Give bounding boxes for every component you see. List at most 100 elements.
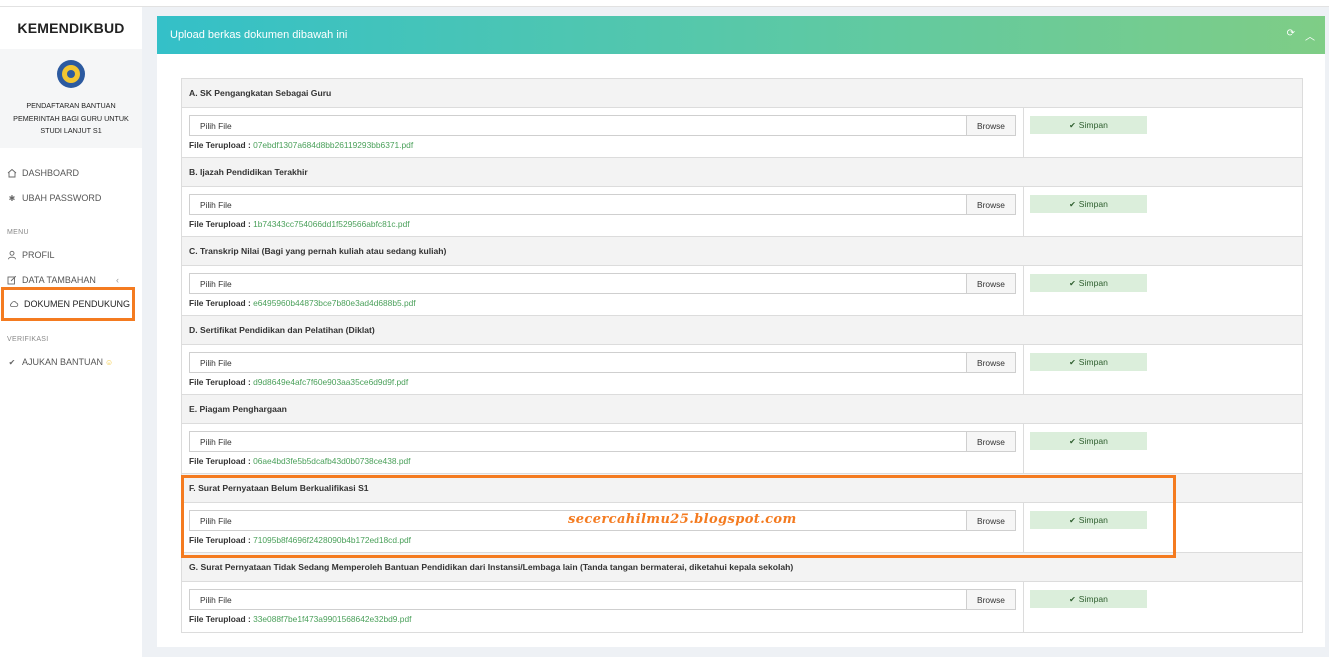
document-section-title: G. Surat Pernyataan Tidak Sedang Mempero… (182, 553, 1302, 582)
file-input[interactable]: Pilih File Browse (189, 273, 1016, 294)
check-icon: ✔ (8, 357, 16, 367)
column-divider (1023, 266, 1024, 315)
brand-box: PENDAFTARAN BANTUAN PEMERINTAH BAGI GURU… (0, 49, 142, 148)
sidebar-item-profil[interactable]: PROFIL (7, 247, 55, 263)
browse-button[interactable]: Browse (966, 116, 1015, 135)
file-input[interactable]: Pilih File Browse (189, 431, 1016, 452)
verifikasi-section-title: VERIFIKASI (7, 336, 49, 343)
tut-wuri-logo (57, 60, 85, 88)
browse-button[interactable]: Browse (966, 590, 1015, 609)
refresh-icon[interactable]: ⟳ (1287, 28, 1295, 43)
column-divider (1023, 503, 1024, 552)
uploaded-file-link[interactable]: d9d8649e4afc7f60e903aa35ce6d9d9f.pdf (253, 377, 408, 387)
file-input[interactable]: Pilih File Browse (189, 589, 1016, 610)
browse-button[interactable]: Browse (966, 274, 1015, 293)
sidebar-item-ajukan-bantuan[interactable]: ✔ AJUKAN BANTUAN ☺ (7, 354, 114, 370)
save-label: Simpan (1078, 199, 1108, 209)
column-divider (1023, 108, 1024, 157)
uploaded-separator: : (245, 219, 254, 229)
file-placeholder: Pilih File (200, 357, 232, 368)
watermark: secercahilmu25.blogspot.com (568, 512, 797, 527)
uploaded-file-link[interactable]: 07ebdf1307a684d8bb26119293bb6371.pdf (253, 140, 413, 150)
file-placeholder: Pilih File (200, 594, 232, 605)
uploaded-file-link[interactable]: 06ae4bd3fe5b5dcafb43d0b0738ce438.pdf (253, 456, 410, 466)
sidebar-item-label: PROFIL (22, 250, 55, 260)
brand-description: PENDAFTARAN BANTUAN PEMERINTAH BAGI GURU… (13, 101, 129, 135)
uploaded-file-info: File Terupload : 1b74343cc754066dd1f5295… (189, 219, 410, 229)
check-icon: ✔ (1069, 515, 1076, 525)
check-icon: ✔ (1069, 357, 1076, 367)
panel-header: Upload berkas dokumen dibawah ini ⟳ ︿ (157, 16, 1325, 54)
sidebar-item-data-tambahan[interactable]: DATA TAMBAHAN ‹ (7, 272, 135, 288)
sidebar-item-dokumen-pendukung[interactable]: DOKUMEN PENDUKUNG (1, 287, 135, 321)
uploaded-label: File Terupload (189, 456, 246, 466)
sidebar-item-label: DATA TAMBAHAN (22, 275, 96, 285)
uploaded-label: File Terupload (189, 614, 246, 624)
file-input[interactable]: Pilih File Browse (189, 352, 1016, 373)
document-upload-row: Pilih File Browse File Terupload : 1b74343… (182, 187, 1302, 237)
check-icon: ✔ (1069, 594, 1076, 604)
uploaded-file-info: File Terupload : 71095b8f4696f2428090b4b… (189, 535, 411, 545)
document-section-title: D. Sertifikat Pendidikan dan Pelatihan (… (182, 316, 1302, 345)
document-section-title: E. Piagam Penghargaan (182, 395, 1302, 424)
column-divider (1023, 424, 1024, 473)
sidebar-item-label: UBAH PASSWORD (22, 193, 102, 203)
uploaded-file-link[interactable]: 1b74343cc754066dd1f529566abfc81c.pdf (253, 219, 409, 229)
file-placeholder: Pilih File (200, 199, 232, 210)
document-upload-row: Pilih File Browse File Terupload : 71095b8… (182, 503, 1302, 553)
save-label: Simpan (1078, 357, 1108, 367)
sidebar-item-ubah-password[interactable]: ✱ UBAH PASSWORD (7, 190, 102, 206)
collapse-icon[interactable]: ︿ (1305, 28, 1315, 43)
uploaded-label: File Terupload (189, 298, 246, 308)
browse-button[interactable]: Browse (966, 432, 1015, 451)
save-button[interactable]: ✔ Simpan (1030, 116, 1147, 134)
brand-title: KEMENDIKBUD (17, 20, 125, 36)
save-label: Simpan (1078, 594, 1108, 604)
badge-icon: ☺ (105, 357, 114, 367)
save-label: Simpan (1078, 278, 1108, 288)
save-button[interactable]: ✔ Simpan (1030, 195, 1147, 213)
document-section-title: C. Transkrip Nilai (Bagi yang pernah kul… (182, 237, 1302, 266)
uploaded-file-link[interactable]: e6495960b44873bce7b80e3ad4d688b5.pdf (253, 298, 416, 308)
browse-button[interactable]: Browse (966, 195, 1015, 214)
save-button[interactable]: ✔ Simpan (1030, 432, 1147, 450)
check-icon: ✔ (1069, 199, 1076, 209)
document-upload-row: Pilih File Browse File Terupload : 33e088f… (182, 582, 1302, 632)
upload-panel: Upload berkas dokumen dibawah ini ⟳ ︿ A.… (157, 16, 1325, 647)
edit-icon (7, 275, 17, 285)
sidebar-item-label: DOKUMEN PENDUKUNG (24, 299, 131, 309)
uploaded-separator: : (245, 535, 254, 545)
documents-table: A. SK Pengangkatan Sebagai Guru Pilih Fil… (181, 78, 1303, 633)
save-button[interactable]: ✔ Simpan (1030, 274, 1147, 292)
document-upload-row: Pilih File Browse File Terupload : 07ebdf1… (182, 108, 1302, 158)
save-label: Simpan (1078, 436, 1108, 446)
save-label: Simpan (1078, 120, 1108, 130)
uploaded-separator: : (245, 456, 254, 466)
document-section-title: B. Ijazah Pendidikan Terakhir (182, 158, 1302, 187)
uploaded-label: File Terupload (189, 377, 246, 387)
sidebar: KEMENDIKBUD PENDAFTARAN BANTUAN PEMERINT… (0, 7, 142, 657)
uploaded-file-link[interactable]: 33e088f7be1f473a9901568642e32bd9.pdf (253, 614, 411, 624)
file-input[interactable]: Pilih File Browse (189, 194, 1016, 215)
panel-tools: ⟳ ︿ (1287, 28, 1315, 43)
check-icon: ✔ (1069, 436, 1076, 446)
save-button[interactable]: ✔ Simpan (1030, 590, 1147, 608)
column-divider (1023, 345, 1024, 394)
save-button[interactable]: ✔ Simpan (1030, 511, 1147, 529)
file-placeholder: Pilih File (200, 436, 232, 447)
uploaded-label: File Terupload (189, 535, 246, 545)
sidebar-item-dashboard[interactable]: DASHBOARD (7, 165, 79, 181)
user-icon (7, 250, 17, 260)
check-icon: ✔ (1069, 120, 1076, 130)
uploaded-separator: : (245, 377, 254, 387)
menu-section-title: MENU (7, 229, 29, 236)
file-input[interactable]: Pilih File Browse (189, 115, 1016, 136)
uploaded-file-link[interactable]: 71095b8f4696f2428090b4b172ed18cd.pdf (253, 535, 411, 545)
save-button[interactable]: ✔ Simpan (1030, 353, 1147, 371)
uploaded-separator: : (245, 614, 254, 624)
save-label: Simpan (1078, 515, 1108, 525)
browse-button[interactable]: Browse (966, 511, 1015, 530)
browse-button[interactable]: Browse (966, 353, 1015, 372)
document-upload-row: Pilih File Browse File Terupload : e649596… (182, 266, 1302, 316)
sidebar-item-label: AJUKAN BANTUAN (22, 357, 104, 367)
